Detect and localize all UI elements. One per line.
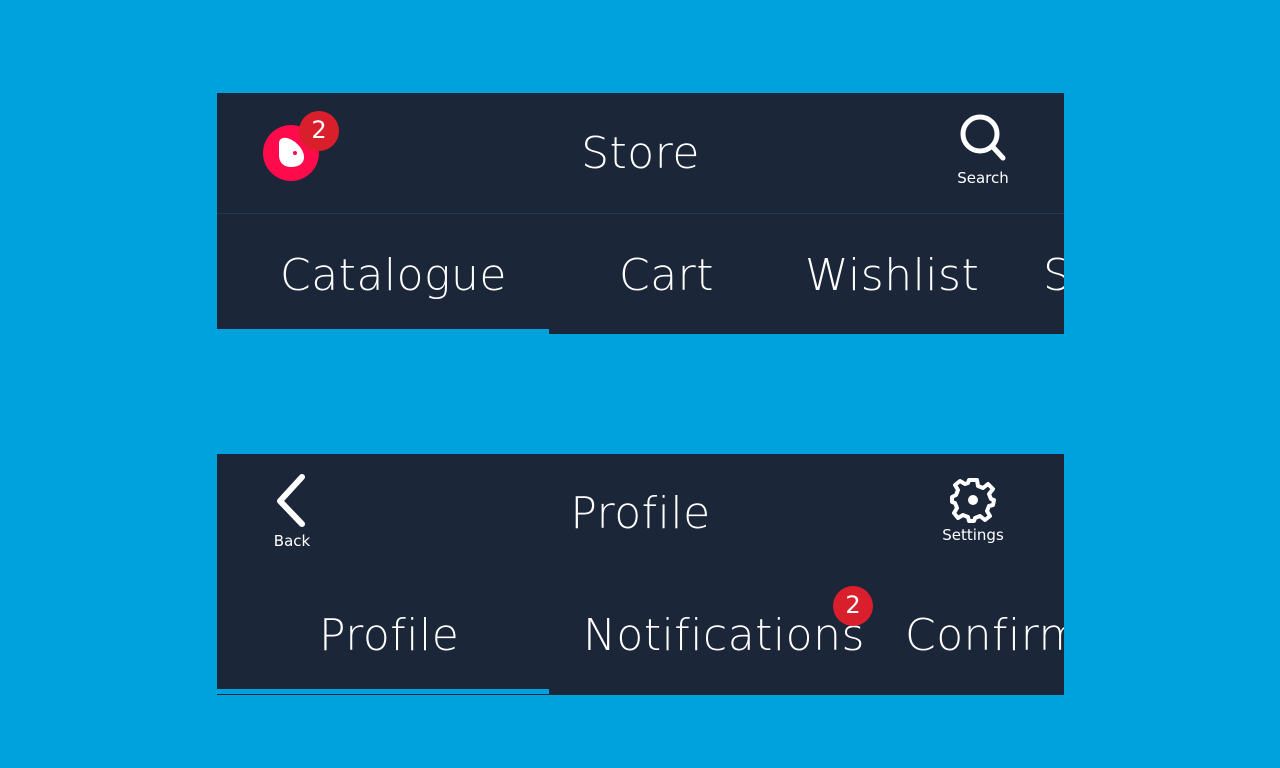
store-tabs: Catalogue Cart Wishlist S xyxy=(217,214,1064,334)
tab-catalogue[interactable]: Catalogue xyxy=(217,214,549,334)
tab-label: Notifications xyxy=(583,610,865,661)
tab-cart[interactable]: Cart xyxy=(549,214,769,334)
tab-wishlist[interactable]: Wishlist xyxy=(769,214,1009,334)
settings-label: Settings xyxy=(942,526,1004,544)
tab-confirm[interactable]: Confirm xyxy=(879,574,1064,694)
search-button[interactable]: Search xyxy=(933,113,1033,187)
store-appbar: 2 Store Search Catalogue Cart Wishlist S xyxy=(217,93,1064,334)
profile-appbar: Back Profile Settings Profile Notificati… xyxy=(217,454,1064,695)
notifications-badge: 2 xyxy=(833,586,873,626)
tab-label: Confirm xyxy=(905,610,1064,661)
tab-label: S xyxy=(1043,250,1064,301)
search-label: Search xyxy=(957,169,1009,187)
profile-tabs: Profile Notifications 2 Confirm xyxy=(217,574,1064,694)
tab-profile[interactable]: Profile xyxy=(217,574,549,694)
tab-label: Profile xyxy=(319,610,460,661)
settings-button[interactable]: Settings xyxy=(923,476,1023,544)
store-topbar: 2 Store Search xyxy=(217,93,1064,214)
tab-notifications[interactable]: Notifications xyxy=(549,574,879,694)
tab-label: Catalogue xyxy=(280,250,507,301)
search-icon xyxy=(960,114,1006,161)
tab-label: Cart xyxy=(619,250,715,301)
tab-label: Wishlist xyxy=(805,250,980,301)
tab-overflow[interactable]: S xyxy=(1009,214,1064,334)
gear-icon xyxy=(950,478,996,523)
profile-topbar: Back Profile Settings xyxy=(217,454,1064,574)
